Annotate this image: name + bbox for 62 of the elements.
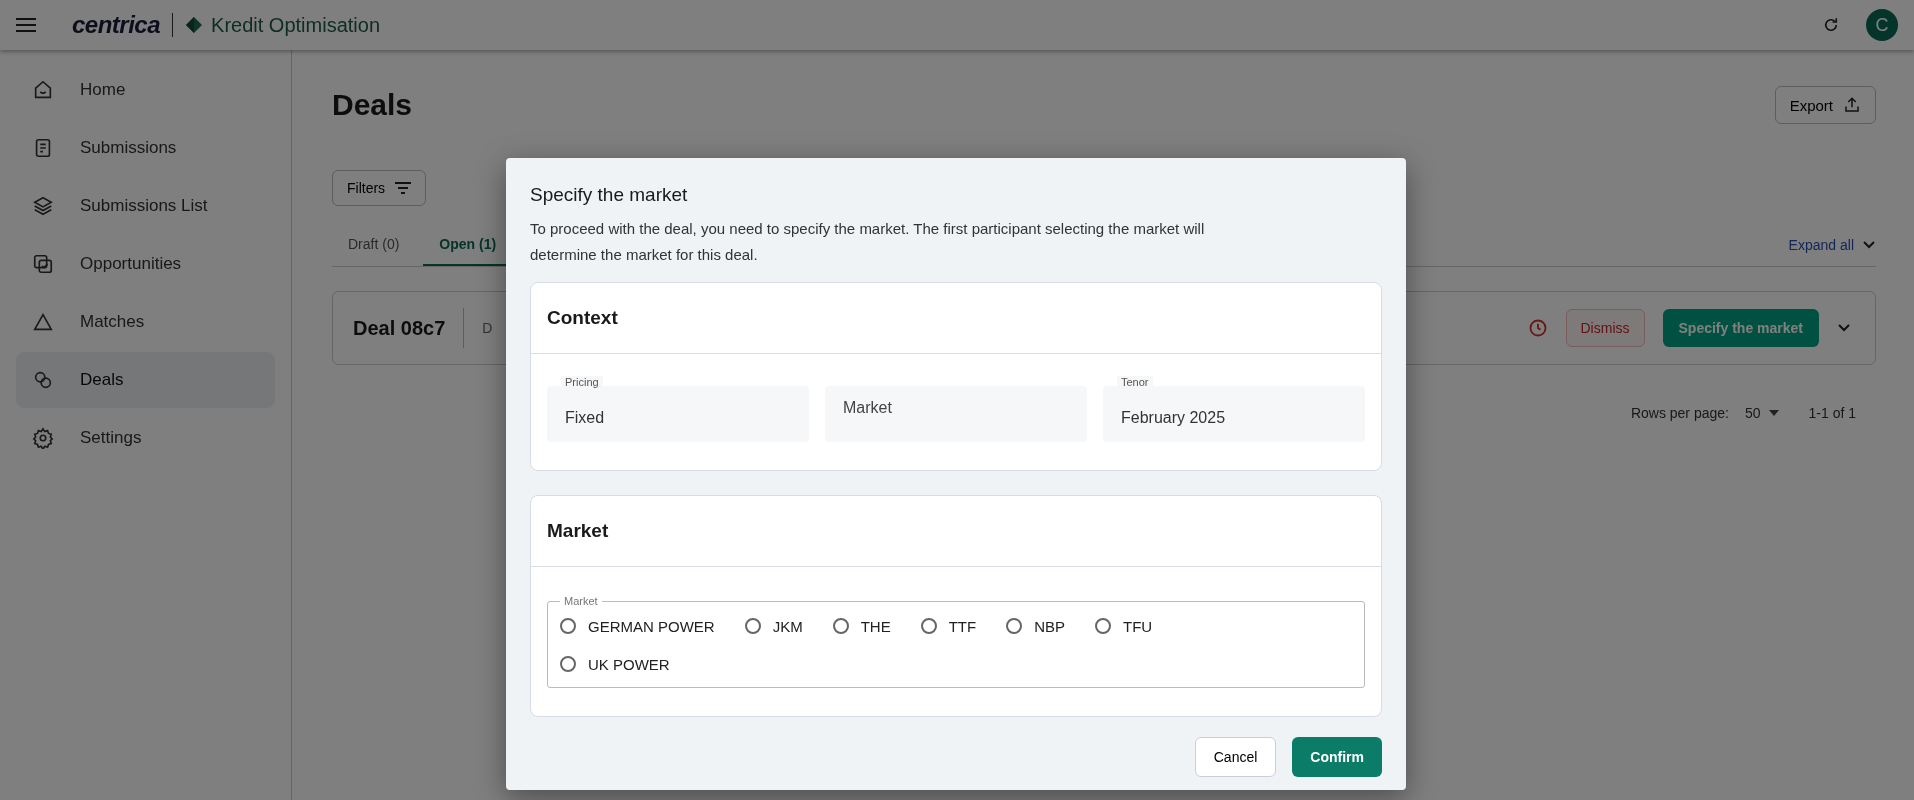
radio-button[interactable] <box>832 618 849 634</box>
checklist-icon <box>32 253 54 275</box>
filters-button[interactable]: Filters <box>332 170 427 206</box>
chevron-down-icon[interactable] <box>1837 323 1851 333</box>
group-label: Market <box>563 595 599 607</box>
section-title: Context <box>531 283 1381 354</box>
diamond-icon <box>185 16 204 34</box>
page-range: 1-1 of 1 <box>1808 405 1856 421</box>
nav-item[interactable]: Submissions <box>16 120 275 176</box>
radio-option[interactable]: NBP <box>1006 607 1066 645</box>
refresh-icon[interactable] <box>1822 16 1840 34</box>
dismiss-button[interactable]: Dismiss <box>1565 309 1645 347</box>
page-size-select[interactable]: 50 <box>1744 405 1779 421</box>
specify-market-button[interactable]: Specify the market <box>1662 309 1819 347</box>
cancel-button[interactable]: Cancel <box>1194 737 1277 777</box>
text-field[interactable]: February 2025 <box>1103 386 1365 442</box>
nav-item[interactable]: Settings <box>16 410 275 466</box>
deal-detail: D <box>482 320 493 336</box>
nav-item[interactable]: Opportunities <box>16 236 275 292</box>
radio-button[interactable] <box>1095 618 1112 634</box>
radio-button[interactable] <box>920 618 937 634</box>
caret-icon <box>1768 410 1779 416</box>
home-icon <box>32 79 54 101</box>
radio-option[interactable]: THE <box>832 607 891 645</box>
section-title: Market <box>531 496 1381 567</box>
circles-icon <box>32 369 54 391</box>
export-button[interactable]: Export <box>1774 86 1876 124</box>
filter-icon <box>395 182 412 194</box>
expand-all-link[interactable]: Expand all <box>1788 237 1854 253</box>
settings-icon <box>32 427 54 449</box>
upload-icon <box>1843 96 1861 114</box>
clock-icon <box>1527 318 1548 338</box>
radio-button[interactable] <box>744 618 761 634</box>
menu-icon[interactable] <box>16 18 36 32</box>
nav-item[interactable]: Submissions List <box>16 178 275 234</box>
radio-option[interactable]: UK POWER <box>560 645 670 683</box>
radio-option[interactable]: JKM <box>744 607 803 645</box>
dialog-title: Specify the market <box>530 184 689 206</box>
radio-option[interactable]: TTF <box>920 607 977 645</box>
dialog-description: To proceed with the deal, you need to specify the market. The first participant selecting the market will determine the market for this deal. <box>530 219 1206 265</box>
field-label: Pricing <box>561 376 603 388</box>
radio-button[interactable] <box>560 656 576 672</box>
confirm-button[interactable]: Confirm <box>1292 737 1382 777</box>
radio-option[interactable]: GERMAN POWER <box>560 607 715 645</box>
triangle-icon <box>32 311 54 333</box>
rows-per-page-label: Rows per page: <box>1630 405 1729 421</box>
field-label: Tenor <box>1117 376 1153 388</box>
text-field[interactable]: Market <box>825 386 1087 442</box>
chevron-down-icon[interactable] <box>1862 240 1876 250</box>
nav-item[interactable]: Home <box>16 62 275 118</box>
brand-logo: centrica <box>72 11 161 39</box>
deal-name: Deal 08c7 <box>353 316 446 340</box>
user-avatar[interactable]: C <box>1866 9 1898 41</box>
radio-option[interactable]: TFU <box>1095 607 1153 645</box>
tab[interactable]: Draft (0) <box>332 224 416 266</box>
radio-button[interactable] <box>1006 618 1023 634</box>
nav-item[interactable]: Deals <box>16 352 275 408</box>
page-title: Deals <box>332 88 413 122</box>
product-name: Kredit Optimisation <box>211 13 381 37</box>
nav-item[interactable]: Matches <box>16 294 275 350</box>
radio-button[interactable] <box>560 618 576 634</box>
layers-icon <box>32 195 54 217</box>
